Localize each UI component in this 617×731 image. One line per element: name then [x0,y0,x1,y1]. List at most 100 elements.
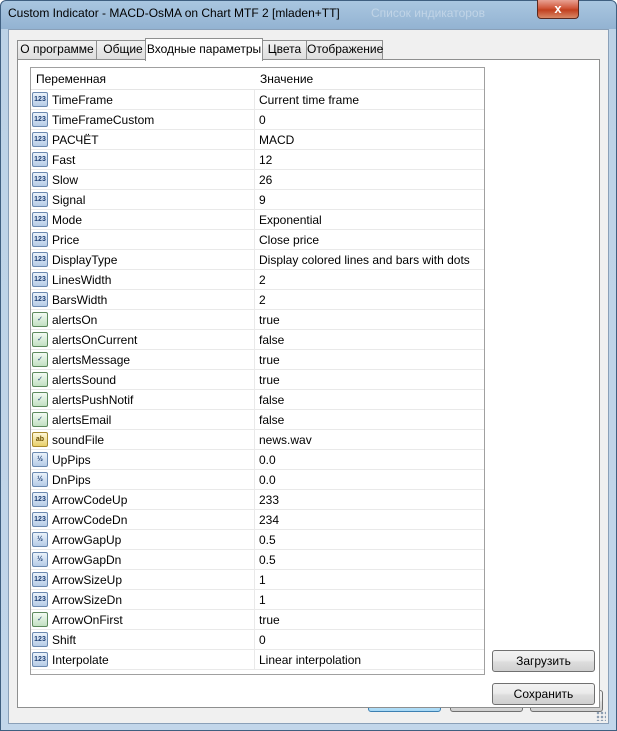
value-cell[interactable]: Linear interpolation [259,653,361,667]
table-row[interactable]: ✓ alertsPushNotif false [31,390,484,410]
table-row[interactable]: 123 Fast 12 [31,150,484,170]
value-cell[interactable]: true [259,373,280,387]
table-row[interactable]: ab soundFile news.wav [31,430,484,450]
value-cell[interactable]: 0.5 [259,553,276,567]
value-cell[interactable]: 0 [259,113,266,127]
variable-cell: 123 Price [31,230,255,249]
table-row[interactable]: 123 ArrowCodeUp 233 [31,490,484,510]
value-cell[interactable]: 26 [259,173,272,187]
title-bar[interactable]: Custom Indicator - MACD-OsMA on Chart MT… [1,0,616,27]
variable-name: BarsWidth [52,293,108,307]
boolean-type-icon: ✓ [32,412,48,427]
variable-cell: ✓ alertsEmail [31,410,255,429]
value-cell[interactable]: false [259,393,284,407]
table-row[interactable]: 123 ArrowSizeDn 1 [31,590,484,610]
tab-input-parameters-label: Входные параметры [146,42,262,56]
table-row[interactable]: ✓ alertsOnCurrent false [31,330,484,350]
table-row[interactable]: 123 Interpolate Linear interpolation [31,650,484,670]
value-cell[interactable]: false [259,333,284,347]
tab-common[interactable]: Общие [96,40,150,59]
value-cell[interactable]: 0.5 [259,533,276,547]
table-row[interactable]: ✓ alertsMessage true [31,350,484,370]
value-cell[interactable]: Exponential [259,213,322,227]
integer-type-icon: 123 [32,92,48,107]
input-parameters-panel: Переменная Значение 123 TimeFrame Current … [17,59,600,708]
table-row[interactable]: 123 LinesWidth 2 [31,270,484,290]
table-row[interactable]: 123 Shift 0 [31,630,484,650]
value-cell[interactable]: 9 [259,193,266,207]
tab-about[interactable]: О программе [17,40,97,59]
column-header-value[interactable]: Значение [260,72,313,86]
variable-cell: 123 Slow [31,170,255,189]
value-cell[interactable]: true [259,313,280,327]
variable-name: alertsPushNotif [52,393,134,407]
boolean-type-icon: ✓ [32,332,48,347]
value-cell[interactable]: 0.0 [259,453,276,467]
value-cell[interactable]: MACD [259,133,294,147]
integer-type-icon: 123 [32,112,48,127]
table-row[interactable]: 123 ArrowSizeUp 1 [31,570,484,590]
value-cell[interactable]: 234 [259,513,279,527]
value-cell[interactable]: 1 [259,593,266,607]
value-cell[interactable]: Close price [259,233,319,247]
close-icon: x [554,1,562,16]
tab-display[interactable]: Отображение [306,40,383,59]
table-row[interactable]: ✓ ArrowOnFirst true [31,610,484,630]
table-row[interactable]: 123 TimeFrame Current time frame [31,90,484,110]
table-row[interactable]: 123 Signal 9 [31,190,484,210]
table-row[interactable]: 123 Price Close price [31,230,484,250]
tab-colors[interactable]: Цвета [262,40,307,59]
table-row[interactable]: ✓ alertsSound true [31,370,484,390]
table-row[interactable]: ½ ArrowGapDn 0.5 [31,550,484,570]
table-row[interactable]: ½ UpPips 0.0 [31,450,484,470]
variable-cell: ab soundFile [31,430,255,449]
table-row[interactable]: ½ DnPips 0.0 [31,470,484,490]
value-cell[interactable]: false [259,413,284,427]
table-row[interactable]: 123 BarsWidth 2 [31,290,484,310]
double-type-icon: ½ [32,532,48,547]
value-cell[interactable]: 0 [259,633,266,647]
variable-cell: ✓ alertsPushNotif [31,390,255,409]
value-cell[interactable]: true [259,613,280,627]
value-cell[interactable]: 0.0 [259,473,276,487]
value-cell[interactable]: Current time frame [259,93,359,107]
tab-input-parameters[interactable]: Входные параметры [145,38,263,61]
value-cell[interactable]: 2 [259,293,266,307]
table-row[interactable]: 123 TimeFrameCustom 0 [31,110,484,130]
table-row[interactable]: 123 РАСЧЁТ MACD [31,130,484,150]
close-button[interactable]: x [537,0,579,19]
table-row[interactable]: 123 DisplayType Display colored lines and … [31,250,484,270]
column-header-variable[interactable]: Переменная [36,72,106,86]
value-cell[interactable]: 233 [259,493,279,507]
dialog-window: Custom Indicator - MACD-OsMA on Chart MT… [0,0,617,731]
tab-about-label: О программе [20,42,94,56]
string-type-icon: ab [32,432,48,447]
variable-cell: ½ ArrowGapDn [31,550,255,569]
load-button[interactable]: Загрузить [492,650,595,672]
double-type-icon: ½ [32,472,48,487]
value-cell[interactable]: true [259,353,280,367]
parameters-grid[interactable]: Переменная Значение 123 TimeFrame Current … [30,67,485,675]
table-row[interactable]: ✓ alertsEmail false [31,410,484,430]
value-cell[interactable]: 12 [259,153,272,167]
table-row[interactable]: 123 ArrowCodeDn 234 [31,510,484,530]
variable-name: Fast [52,153,76,167]
save-button[interactable]: Сохранить [492,683,595,705]
integer-type-icon: 123 [32,572,48,587]
value-cell[interactable]: news.wav [259,433,312,447]
tab-common-label: Общие [103,42,143,56]
window-title: Custom Indicator - MACD-OsMA on Chart MT… [8,6,340,20]
value-cell[interactable]: 2 [259,273,266,287]
variable-name: Signal [52,193,86,207]
table-row[interactable]: 123 Mode Exponential [31,210,484,230]
table-row[interactable]: 123 Slow 26 [31,170,484,190]
variable-name: TimeFrame [52,93,113,107]
resize-grip[interactable] [596,711,606,721]
value-cell[interactable]: Display colored lines and bars with dots [259,253,470,267]
value-cell[interactable]: 1 [259,573,266,587]
integer-type-icon: 123 [32,172,48,187]
variable-name: Shift [52,633,77,647]
variable-name: DisplayType [52,253,118,267]
table-row[interactable]: ½ ArrowGapUp 0.5 [31,530,484,550]
table-row[interactable]: ✓ alertsOn true [31,310,484,330]
